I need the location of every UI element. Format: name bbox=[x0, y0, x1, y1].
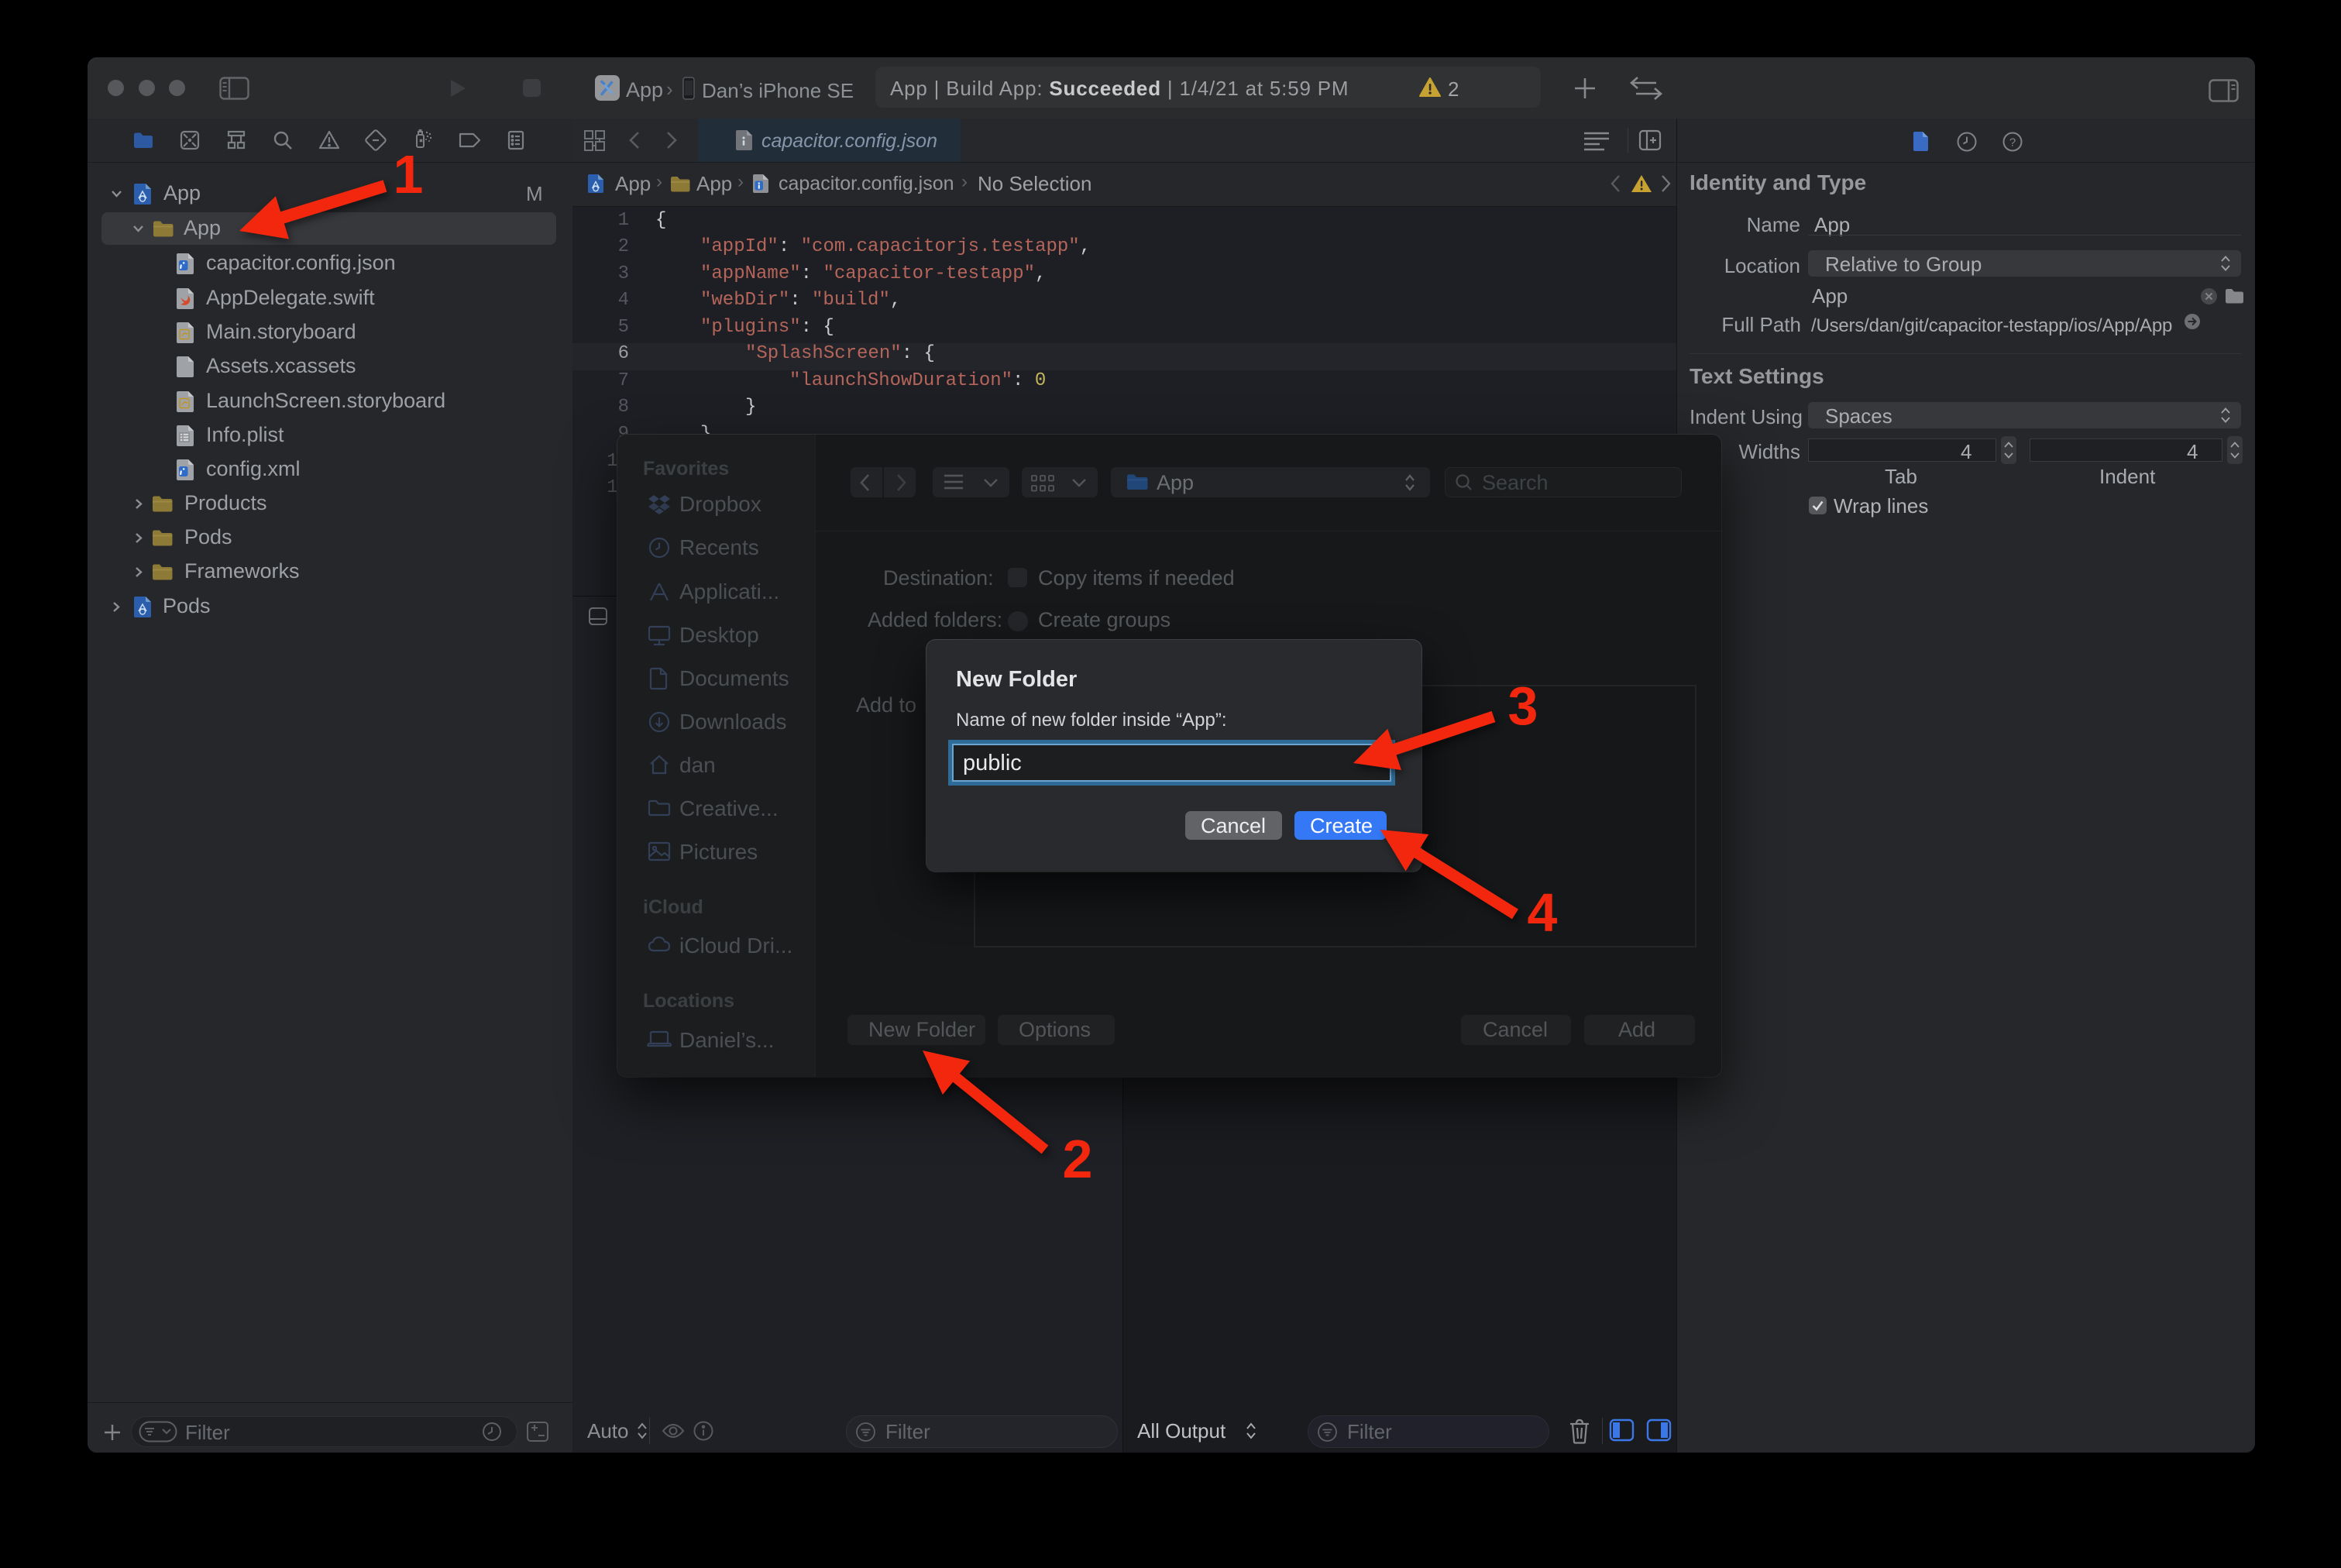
svg-text:?: ? bbox=[2009, 136, 2016, 150]
